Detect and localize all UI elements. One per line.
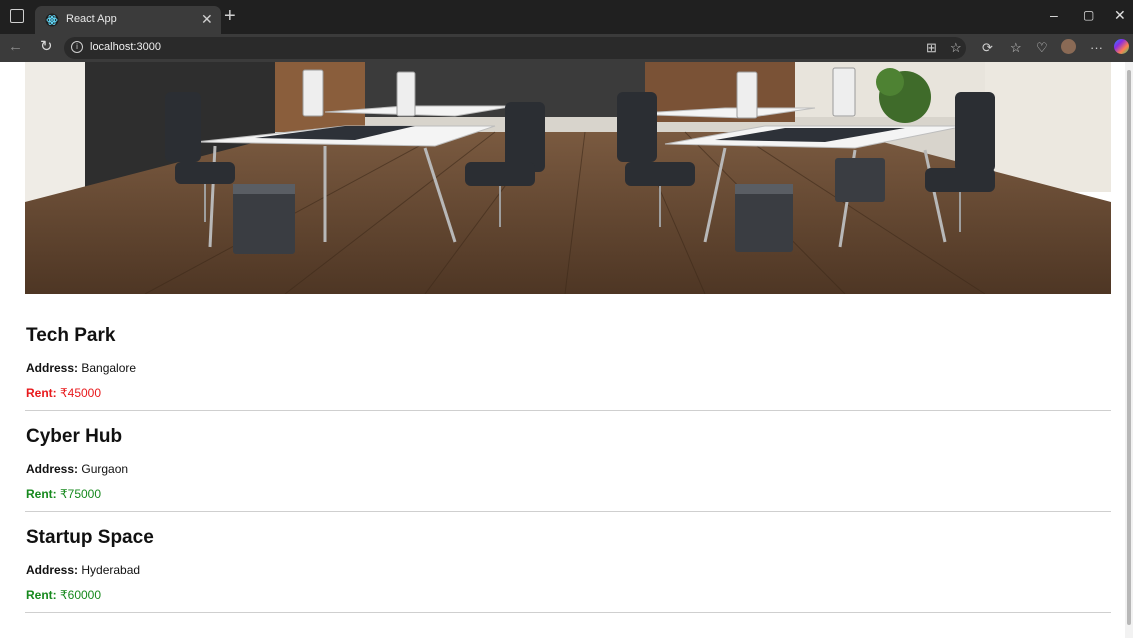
address-value: Gurgaon [81, 462, 129, 476]
extensions-icon[interactable]: ⟳ [982, 40, 993, 56]
profile-avatar-icon[interactable] [1061, 39, 1076, 54]
listing-title: Startup Space [26, 527, 154, 548]
address-label: Address: [26, 361, 79, 375]
page-content: Tech Park Address: Bangalore Rent: ₹4500… [0, 62, 1125, 638]
listing-rent: Rent: ₹45000 [26, 386, 101, 400]
close-window-icon[interactable]: ✕ [1114, 7, 1126, 23]
address-bar[interactable]: i localhost:3000 [64, 37, 966, 59]
listing-address: Address: Bangalore [26, 361, 136, 375]
listing-rent: Rent: ₹60000 [26, 588, 101, 602]
back-icon[interactable]: ← [8, 39, 23, 55]
rent-label: Rent: [26, 588, 57, 602]
rent-label: Rent: [26, 487, 57, 501]
favorites-icon[interactable]: ☆ [1010, 40, 1022, 56]
browser-essentials-icon[interactable]: ♡ [1036, 40, 1048, 56]
scrollbar-thumb[interactable] [1127, 70, 1131, 625]
reload-icon[interactable]: ↻ [40, 39, 53, 55]
listing-divider [25, 511, 1111, 512]
rent-label: Rent: [26, 386, 57, 400]
minimize-icon[interactable]: – [1050, 7, 1058, 23]
more-options-icon[interactable]: ··· [1090, 40, 1103, 56]
listing-title: Cyber Hub [26, 426, 123, 447]
address-label: Address: [26, 462, 79, 476]
browser-tab-bar: React App ✕ + – ▢ ✕ [0, 0, 1133, 34]
rent-value: ₹60000 [60, 588, 102, 602]
close-tab-icon[interactable]: ✕ [201, 11, 213, 27]
site-info-icon[interactable]: i [71, 41, 83, 53]
favorite-star-icon[interactable]: ☆ [950, 40, 962, 56]
address-value: Hyderabad [81, 563, 141, 577]
rent-value: ₹45000 [60, 386, 102, 400]
maximize-icon[interactable]: ▢ [1083, 7, 1094, 23]
listing-title: Tech Park [26, 325, 116, 346]
browser-tab[interactable]: React App ✕ [35, 6, 221, 34]
address-label: Address: [26, 563, 79, 577]
new-tab-icon[interactable]: + [224, 6, 236, 26]
tab-title: React App [66, 13, 117, 25]
react-logo-icon [45, 13, 59, 27]
rent-value: ₹75000 [60, 487, 102, 501]
browser-toolbar: ← ↻ i localhost:3000 ⊞ ☆ ⟳ ☆ ♡ ··· [0, 34, 1133, 62]
immersive-reader-icon[interactable]: ⊞ [926, 40, 937, 56]
sidebar-toggle-icon[interactable] [10, 9, 24, 23]
listing-rent: Rent: ₹75000 [26, 487, 101, 501]
address-value: Bangalore [81, 361, 137, 375]
listing-address: Address: Hyderabad [26, 563, 140, 577]
listing-divider [25, 410, 1111, 411]
office-photo [25, 62, 1111, 294]
url-text: localhost:3000 [90, 41, 161, 53]
listing-address: Address: Gurgaon [26, 462, 128, 476]
listing-divider [25, 612, 1111, 613]
copilot-icon[interactable] [1114, 39, 1129, 54]
